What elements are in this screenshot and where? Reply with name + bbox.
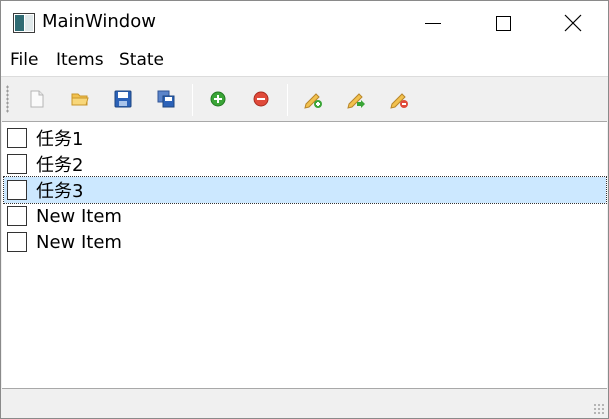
status-bar <box>1 389 608 418</box>
save-all-icon <box>157 90 175 108</box>
toolbar-separator <box>192 84 193 116</box>
open-file-button[interactable] <box>68 87 92 111</box>
menu-bar: File Items State <box>1 45 608 76</box>
add-item-button[interactable] <box>206 87 230 111</box>
item-label: 任务2 <box>36 155 84 176</box>
save-button[interactable] <box>111 87 135 111</box>
main-window: MainWindow File Items State 任务1 任务2 任务3 … <box>0 0 609 419</box>
new-file-icon <box>30 90 44 108</box>
list-item-selected[interactable]: 任务3 <box>3 176 607 204</box>
open-folder-icon <box>71 93 89 106</box>
item-checkbox[interactable] <box>7 180 27 200</box>
list-item[interactable]: New Item <box>4 203 606 229</box>
close-button[interactable] <box>538 1 608 45</box>
add-item-icon <box>210 91 226 107</box>
maximize-button[interactable] <box>468 1 538 45</box>
item-checkbox[interactable] <box>7 128 27 148</box>
edit-forward-icon <box>347 93 365 109</box>
list-item[interactable]: 任务2 <box>4 151 606 177</box>
list-item[interactable]: 任务1 <box>4 125 606 151</box>
edit-forward-button[interactable] <box>344 87 368 111</box>
item-label: 任务3 <box>36 181 84 202</box>
remove-item-button[interactable] <box>249 87 273 111</box>
save-icon <box>114 90 132 108</box>
toolbar <box>1 76 608 121</box>
edit-add-icon <box>304 93 322 109</box>
new-file-button[interactable] <box>25 87 49 111</box>
remove-item-icon <box>253 91 269 107</box>
item-checkbox[interactable] <box>7 206 27 226</box>
list-item[interactable]: New Item <box>4 229 606 255</box>
close-icon <box>564 14 582 32</box>
edit-remove-icon <box>390 93 408 109</box>
save-all-button[interactable] <box>154 87 178 111</box>
edit-add-button[interactable] <box>301 87 325 111</box>
title-bar[interactable]: MainWindow <box>1 1 608 45</box>
minimize-icon <box>425 22 441 24</box>
app-icon <box>13 13 35 33</box>
maximize-icon <box>495 15 511 31</box>
menu-items[interactable]: Items <box>56 50 104 70</box>
menu-state[interactable]: State <box>119 50 164 70</box>
toolbar-separator <box>287 84 288 116</box>
menu-file[interactable]: File <box>10 50 38 70</box>
task-list[interactable]: 任务1 任务2 任务3 New Item New Item <box>2 121 607 389</box>
toolbar-grip[interactable] <box>6 85 9 113</box>
item-label: 任务1 <box>36 129 84 150</box>
item-checkbox[interactable] <box>7 154 27 174</box>
window-title: MainWindow <box>42 11 156 32</box>
item-label: New Item <box>36 231 122 253</box>
item-checkbox[interactable] <box>7 232 27 252</box>
item-label: New Item <box>36 205 122 227</box>
minimize-button[interactable] <box>398 1 468 45</box>
edit-remove-button[interactable] <box>387 87 411 111</box>
resize-grip[interactable] <box>593 403 605 415</box>
